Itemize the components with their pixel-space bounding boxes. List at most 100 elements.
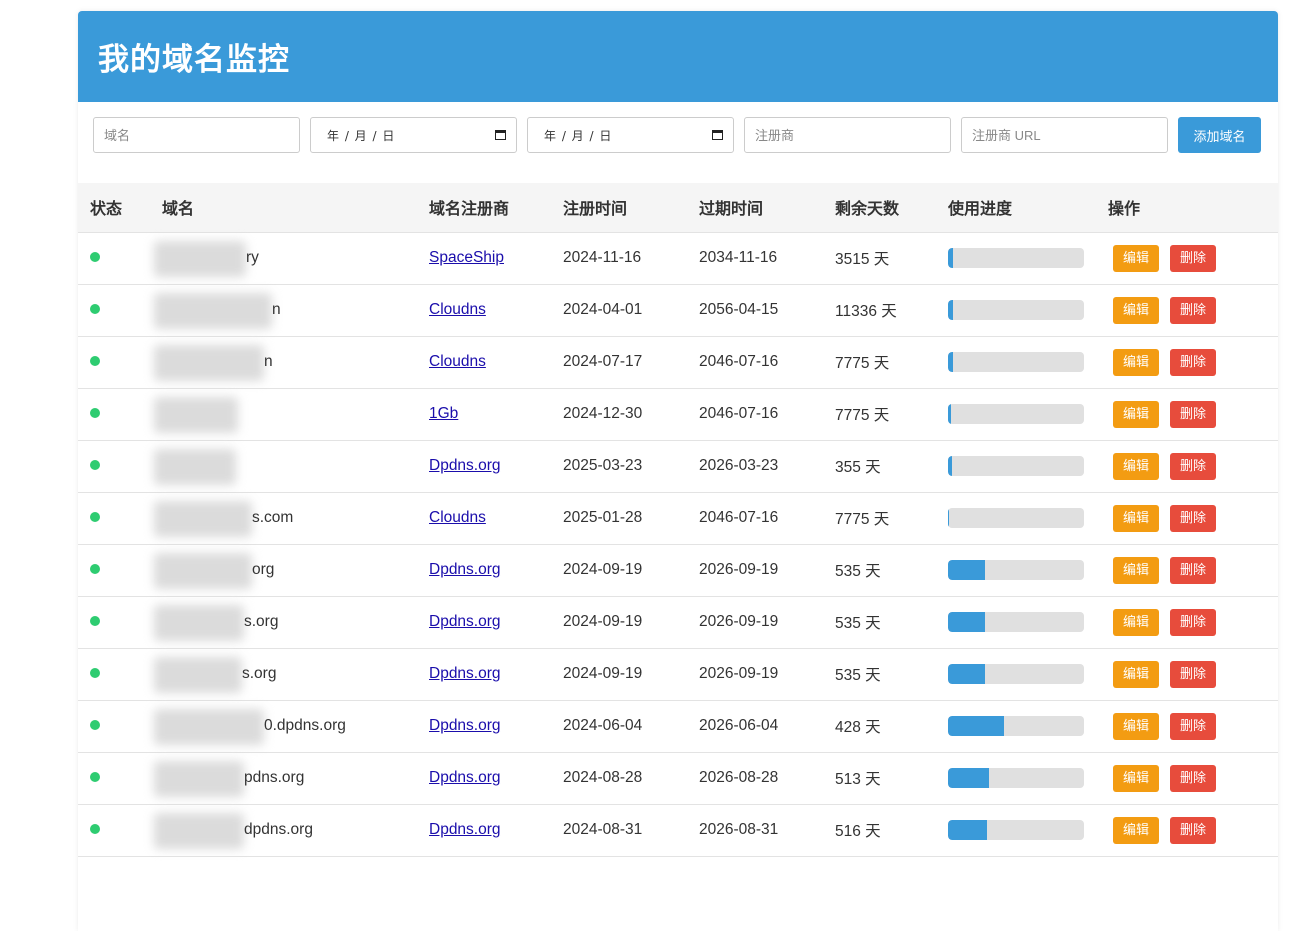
delete-button[interactable]: 删除	[1170, 348, 1217, 376]
domain-cell: ry	[154, 232, 429, 285]
edit-button[interactable]: 编辑	[1113, 400, 1160, 428]
days-left: 11336 天	[835, 284, 948, 337]
exp-date: 2034-11-16	[699, 232, 835, 285]
registrar-cell: Cloudns	[429, 336, 563, 389]
status-cell	[78, 544, 162, 597]
delete-button[interactable]: 删除	[1170, 400, 1217, 428]
days-left: 535 天	[835, 596, 948, 649]
edit-button[interactable]: 编辑	[1113, 452, 1160, 480]
edit-button[interactable]: 编辑	[1113, 608, 1160, 636]
edit-button[interactable]: 编辑	[1113, 660, 1160, 688]
delete-button[interactable]: 删除	[1170, 712, 1217, 740]
progress-fill	[948, 456, 953, 476]
redaction-blur	[154, 812, 244, 849]
domain-cell: dpdns.org	[154, 804, 429, 857]
domain-name: n	[272, 301, 281, 318]
registrar-link[interactable]: Dpdns.org	[429, 561, 501, 578]
edit-button[interactable]: 编辑	[1113, 504, 1160, 532]
reg-date-field[interactable]: 年 / 月 / 日	[310, 117, 517, 153]
status-dot-icon	[90, 720, 100, 730]
table-row: n Cloudns 2024-04-01 2056-04-15 11336 天 编辑 删除	[78, 284, 1278, 337]
delete-button[interactable]: 删除	[1170, 296, 1217, 324]
exp-date: 2026-09-19	[699, 544, 835, 597]
days-left: 7775 天	[835, 336, 948, 389]
table-row: s.org Dpdns.org 2024-09-19 2026-09-19 535 天 编…	[78, 648, 1278, 701]
status-dot-icon	[90, 304, 100, 314]
registrar-link[interactable]: Dpdns.org	[429, 665, 501, 682]
registrar-link[interactable]: Cloudns	[429, 301, 486, 318]
days-left: 3515 天	[835, 232, 948, 285]
progress-fill	[948, 560, 985, 580]
delete-button[interactable]: 删除	[1170, 608, 1217, 636]
progress-fill	[948, 664, 985, 684]
reg-date: 2024-09-19	[563, 596, 699, 649]
registrar-link[interactable]: Dpdns.org	[429, 457, 501, 474]
status-cell	[78, 492, 162, 545]
registrar-link[interactable]: Dpdns.org	[429, 613, 501, 630]
delete-button[interactable]: 删除	[1170, 660, 1217, 688]
delete-button[interactable]: 删除	[1170, 504, 1217, 532]
registrar-link[interactable]: Dpdns.org	[429, 717, 501, 734]
progress-bar	[948, 456, 1084, 476]
delete-button[interactable]: 删除	[1170, 816, 1217, 844]
delete-button[interactable]: 删除	[1170, 556, 1217, 584]
delete-button[interactable]: 删除	[1170, 244, 1217, 272]
header-actions: 操作	[1108, 183, 1278, 233]
registrar-link[interactable]: Dpdns.org	[429, 821, 501, 838]
edit-button[interactable]: 编辑	[1113, 348, 1160, 376]
days-left: 7775 天	[835, 388, 948, 441]
domain-name: dpdns.org	[244, 821, 313, 838]
table-row: org Dpdns.org 2024-09-19 2026-09-19 535 天 编辑删…	[78, 544, 1278, 597]
exp-date: 2056-04-15	[699, 284, 835, 337]
registrar-link[interactable]: Dpdns.org	[429, 769, 501, 786]
registrar-cell: Cloudns	[429, 284, 563, 337]
table-row: pdns.org Dpdns.org 2024-08-28 2026-08-28 513…	[78, 752, 1278, 805]
calendar-icon[interactable]	[495, 129, 506, 140]
domain-field[interactable]	[93, 117, 300, 153]
edit-button[interactable]: 编辑	[1113, 244, 1160, 272]
status-cell	[78, 648, 162, 701]
registrar-link[interactable]: Cloudns	[429, 509, 486, 526]
progress-bar	[948, 820, 1084, 840]
registrar-cell: 1Gb	[429, 388, 563, 441]
progress-cell	[948, 700, 1108, 753]
registrar-field[interactable]	[744, 117, 951, 153]
status-cell	[78, 752, 162, 805]
table-row: 0.dpdns.org Dpdns.org 2024-06-04 2026-06-04…	[78, 700, 1278, 753]
domain-cell: n	[154, 284, 429, 337]
exp-date: 2046-07-16	[699, 388, 835, 441]
registrar-link[interactable]: 1Gb	[429, 405, 458, 422]
edit-button[interactable]: 编辑	[1113, 816, 1160, 844]
edit-button[interactable]: 编辑	[1113, 556, 1160, 584]
reg-date: 2024-08-31	[563, 804, 699, 857]
add-domain-button[interactable]: 添加域名	[1178, 117, 1261, 153]
main-panel: 我的域名监控 年 / 月 / 日 年 / 月 / 日 添加域名	[78, 11, 1278, 931]
edit-button[interactable]: 编辑	[1113, 764, 1160, 792]
edit-button[interactable]: 编辑	[1113, 712, 1160, 740]
progress-fill	[948, 612, 985, 632]
delete-button[interactable]: 删除	[1170, 764, 1217, 792]
domain-cell: n	[154, 336, 429, 389]
status-dot-icon	[90, 460, 100, 470]
registrar-url-field[interactable]	[961, 117, 1168, 153]
progress-fill	[948, 404, 951, 424]
delete-button[interactable]: 删除	[1170, 452, 1217, 480]
domain-input[interactable]	[102, 126, 291, 144]
exp-date: 2026-03-23	[699, 440, 835, 493]
exp-date-field[interactable]: 年 / 月 / 日	[527, 117, 734, 153]
registrar-input[interactable]	[753, 126, 942, 144]
table-row: Dpdns.org 2025-03-23 2026-03-23 355 天 编辑 删除	[78, 440, 1278, 493]
table-body: ry SpaceShip 2024-11-16 2034-11-16 3515 天编辑删…	[78, 232, 1278, 857]
registrar-link[interactable]: SpaceShip	[429, 249, 504, 266]
registrar-url-input[interactable]	[970, 126, 1159, 144]
calendar-icon[interactable]	[712, 129, 723, 140]
edit-button[interactable]: 编辑	[1113, 296, 1160, 324]
progress-cell	[948, 232, 1108, 285]
table-row: 1Gb 2024-12-30 2046-07-16 7775 天 编辑 删除	[78, 388, 1278, 441]
domain-name: n	[264, 353, 273, 370]
progress-fill	[948, 352, 953, 372]
progress-fill	[948, 768, 989, 788]
registrar-link[interactable]: Cloudns	[429, 353, 486, 370]
progress-fill	[948, 820, 988, 840]
table-row: ry SpaceShip 2024-11-16 2034-11-16 3515 天 编辑删…	[78, 232, 1278, 285]
